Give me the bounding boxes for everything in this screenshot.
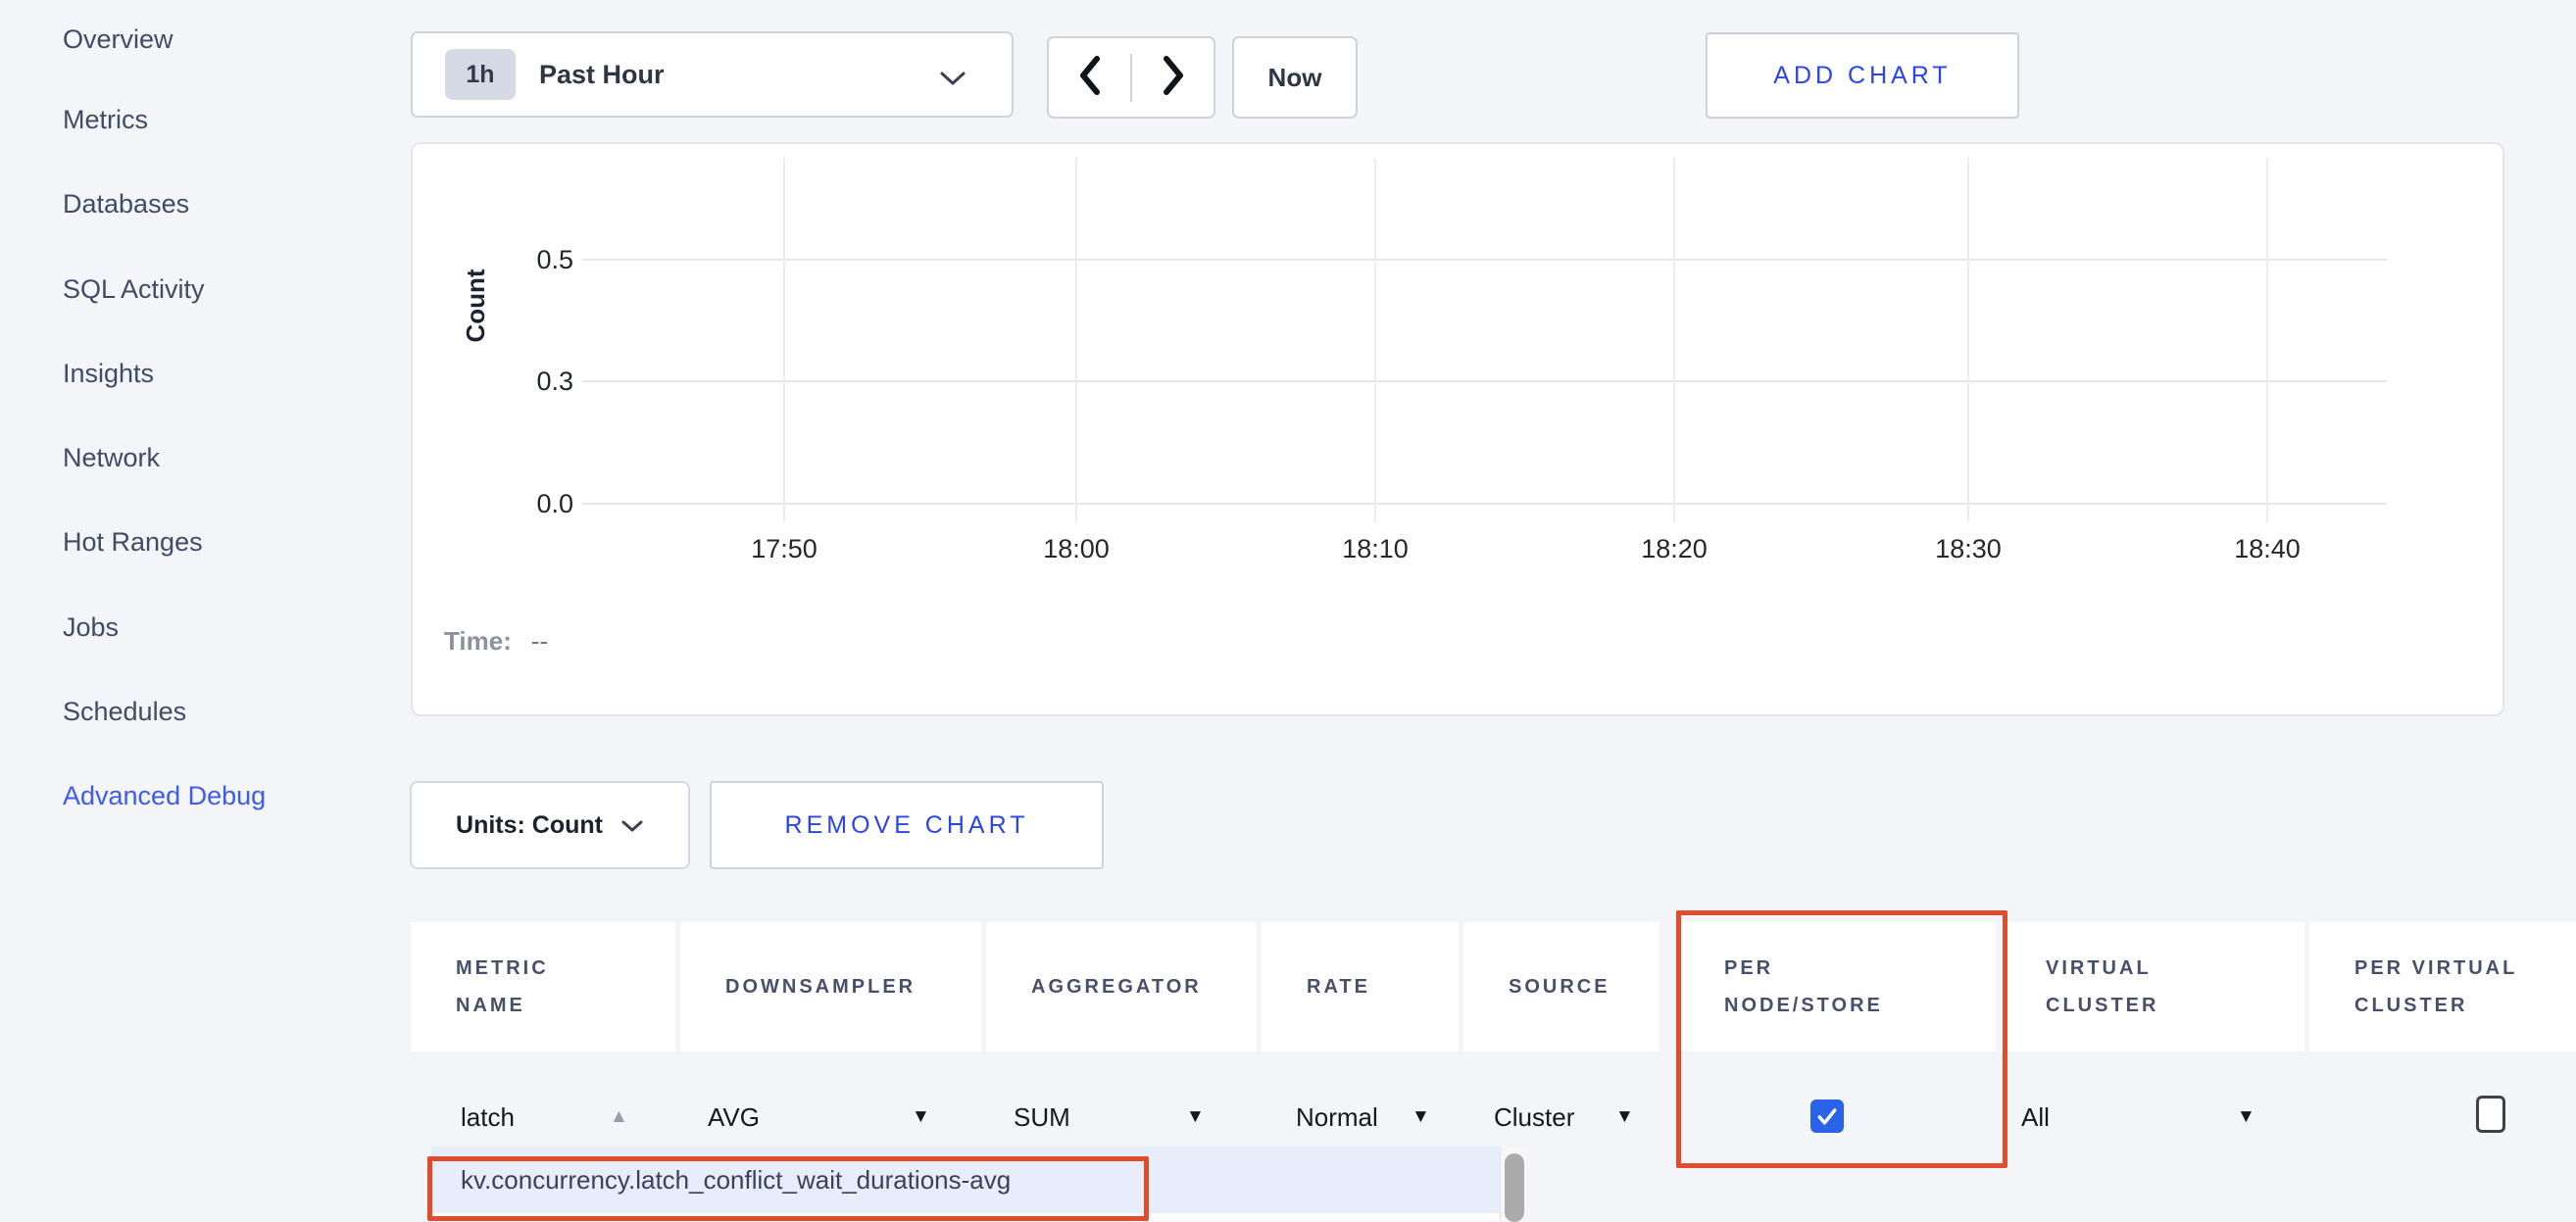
units-dropdown[interactable]: Units: Count	[410, 781, 690, 869]
virtual-cluster-dropdown[interactable]: All ▼	[2021, 1090, 2266, 1145]
virtual-cluster-value: All	[2021, 1090, 2050, 1145]
column-header-virtual-cluster: VIRTUAL CLUSTER	[2001, 922, 2304, 1051]
sidebar-item-insights[interactable]: Insights	[63, 357, 154, 390]
gridline	[582, 259, 2387, 261]
source-dropdown[interactable]: Cluster ▼	[1494, 1090, 1647, 1145]
time-range-label: Past Hour	[539, 60, 665, 90]
x-tick-label: 18:00	[1008, 532, 1145, 565]
x-tick-label: 18:10	[1307, 532, 1444, 565]
gridline	[1075, 158, 1077, 522]
next-interval-button[interactable]	[1130, 54, 1214, 102]
metric-suggestion-text: kv.concurrency.latch_conflict_wait_durat…	[461, 1147, 1011, 1213]
x-tick-label: 17:50	[716, 532, 853, 565]
scrollbar[interactable]	[1500, 1147, 1528, 1221]
downsampler-value: AVG	[708, 1090, 760, 1145]
sidebar-item-hot-ranges[interactable]: Hot Ranges	[63, 525, 203, 559]
sidebar-item-jobs[interactable]: Jobs	[63, 611, 119, 644]
source-value: Cluster	[1494, 1090, 1574, 1145]
metric-name-value: latch	[461, 1090, 515, 1145]
sidebar-item-network[interactable]: Network	[63, 441, 160, 474]
x-tick-label: 18:20	[1606, 532, 1743, 565]
rate-dropdown[interactable]: Normal ▼	[1296, 1090, 1443, 1145]
metric-suggestion-item[interactable]: kv.concurrency.latch_conflict_wait_durat…	[431, 1147, 1500, 1213]
caret-up-icon: ▲	[610, 1090, 628, 1145]
y-tick-label: 0.0	[471, 486, 573, 521]
caret-down-icon: ▼	[2237, 1090, 2255, 1145]
gridline	[1374, 158, 1376, 522]
column-header-downsampler: DOWNSAMPLER	[680, 922, 981, 1051]
gridline	[2266, 158, 2268, 522]
now-button[interactable]: Now	[1232, 36, 1358, 119]
caret-down-icon: ▼	[1615, 1090, 1634, 1145]
time-value: --	[531, 626, 548, 656]
caret-down-icon: ▼	[1412, 1090, 1430, 1145]
chevron-down-icon	[620, 811, 644, 840]
gridline	[582, 503, 2387, 505]
sidebar-item-overview[interactable]: Overview	[63, 23, 173, 56]
column-header-source: SOURCE	[1463, 922, 1660, 1051]
gridline	[783, 158, 785, 522]
caret-down-icon: ▼	[912, 1090, 930, 1145]
chart-panel: Count 0.5 0.3 0.0 17:50 18:00 18:10 18:2…	[411, 142, 2504, 716]
prev-interval-button[interactable]	[1049, 54, 1130, 102]
rate-value: Normal	[1296, 1090, 1378, 1145]
chevron-down-icon	[939, 71, 966, 91]
per-node-store-checkbox[interactable]	[1810, 1100, 1844, 1133]
chevron-left-icon	[1077, 54, 1103, 102]
metric-suggestion-panel: kv.concurrency.latch_conflict_wait_durat…	[431, 1147, 1500, 1221]
column-header-metric-name: METRIC NAME	[411, 922, 675, 1051]
time-label: Time:	[444, 626, 512, 656]
sidebar-item-schedules[interactable]: Schedules	[63, 695, 186, 728]
add-chart-button[interactable]: ADD CHART	[1706, 32, 2019, 119]
column-header-rate: RATE	[1262, 922, 1459, 1051]
caret-down-icon: ▼	[1186, 1090, 1205, 1145]
gridline	[582, 380, 2387, 382]
sidebar-item-metrics[interactable]: Metrics	[63, 103, 148, 136]
aggregator-value: SUM	[1014, 1090, 1070, 1145]
gridline	[1673, 158, 1675, 522]
y-tick-label: 0.3	[471, 364, 573, 399]
remove-chart-button[interactable]: REMOVE CHART	[710, 781, 1104, 869]
units-dropdown-label: Units: Count	[456, 811, 603, 840]
scrollbar-thumb[interactable]	[1505, 1153, 1524, 1222]
gridline	[1967, 158, 1969, 522]
sidebar-item-advanced-debug[interactable]: Advanced Debug	[63, 779, 266, 812]
check-icon	[1815, 1104, 1839, 1128]
sidebar-item-sql-activity[interactable]: SQL Activity	[63, 272, 205, 306]
y-tick-label: 0.5	[471, 242, 573, 277]
time-range-badge: 1h	[445, 49, 516, 100]
hover-time-readout: Time: --	[444, 626, 548, 657]
time-step-buttons	[1047, 36, 1215, 119]
column-header-per-node-store: PER NODE/STORE	[1679, 922, 1996, 1051]
x-tick-label: 18:30	[1900, 532, 2037, 565]
x-tick-label: 18:40	[2199, 532, 2336, 565]
sidebar-item-databases[interactable]: Databases	[63, 187, 189, 220]
per-virtual-cluster-checkbox[interactable]	[2476, 1096, 2505, 1133]
downsampler-dropdown[interactable]: AVG ▼	[708, 1090, 941, 1145]
column-header-aggregator: AGGREGATOR	[986, 922, 1257, 1051]
aggregator-dropdown[interactable]: SUM ▼	[1014, 1090, 1215, 1145]
time-range-selector[interactable]: 1h Past Hour	[411, 31, 1014, 118]
column-header-per-virtual-cluster: PER VIRTUAL CLUSTER	[2309, 922, 2576, 1051]
chevron-right-icon	[1161, 54, 1186, 102]
metric-name-input[interactable]: latch ▲	[461, 1090, 637, 1145]
